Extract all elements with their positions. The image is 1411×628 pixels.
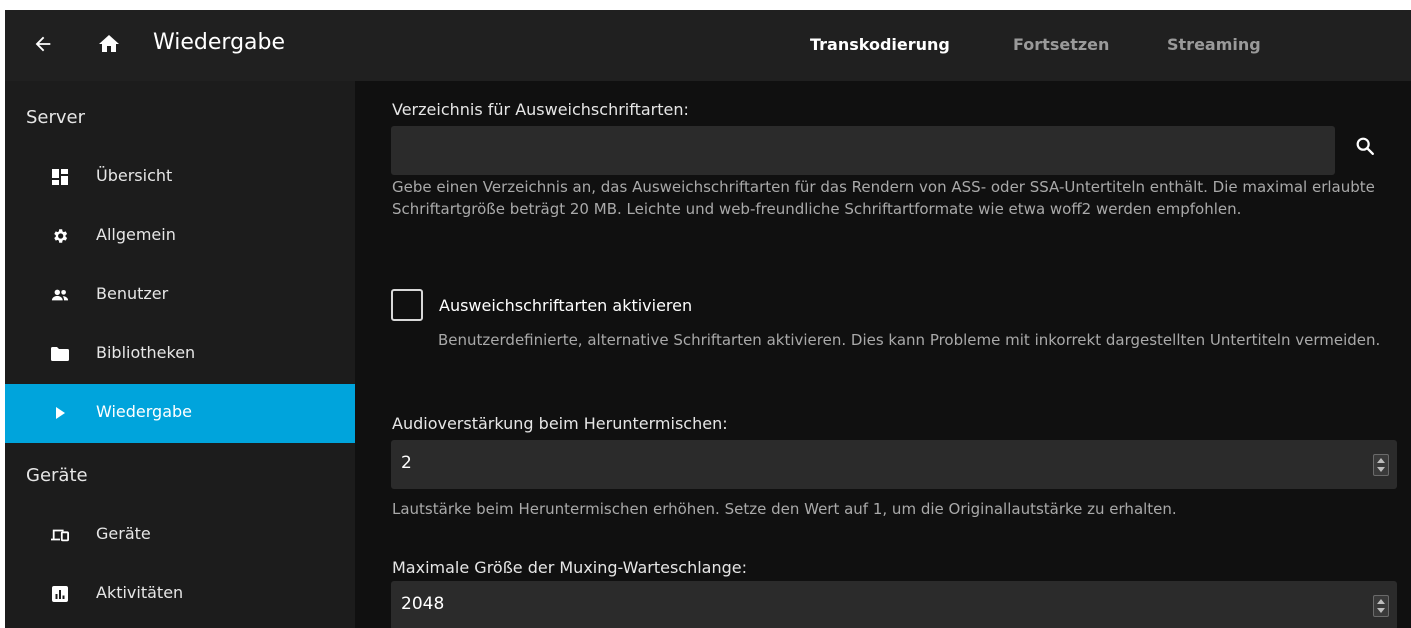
sidebar-section-server: Server — [26, 107, 86, 128]
muxing-queue-spinner[interactable] — [1373, 595, 1389, 617]
back-button[interactable] — [23, 24, 63, 64]
arrow-back-icon — [35, 36, 51, 52]
downmix-boost-spinner[interactable] — [1373, 454, 1389, 476]
fallback-font-folder-input[interactable] — [391, 126, 1335, 175]
tab-transkodierung[interactable]: Transkodierung — [810, 35, 950, 54]
sidebar-item-label: Benutzer — [96, 284, 169, 303]
app-window: Wiedergabe Transkodierung Fortsetzen Str… — [5, 10, 1411, 628]
devices-icon — [51, 526, 69, 544]
enable-fallback-fonts-checkbox[interactable] — [391, 289, 423, 321]
sidebar-item-benutzer[interactable]: Benutzer — [5, 266, 355, 325]
search-icon — [1356, 137, 1374, 155]
tab-fortsetzen[interactable]: Fortsetzen — [1013, 35, 1109, 54]
sidebar-item-bibliotheken[interactable]: Bibliotheken — [5, 325, 355, 384]
muxing-queue-input[interactable]: 2048 — [391, 581, 1397, 628]
analytics-icon — [51, 585, 69, 603]
enable-fallback-fonts-label[interactable]: Ausweichschriftarten aktivieren — [439, 296, 692, 315]
sidebar-item-allgemein[interactable]: Allgemein — [5, 207, 355, 266]
sidebar-item-label: Wiedergabe — [96, 402, 193, 421]
downmix-boost-input[interactable]: 2 — [391, 440, 1397, 489]
sidebar-item-aktivitaeten[interactable]: Aktivitäten — [5, 565, 355, 624]
sidebar-item-label: Geräte — [96, 524, 151, 543]
downmix-boost-value: 2 — [401, 453, 412, 473]
downmix-boost-help: Lautstärke beim Heruntermischen erhöhen.… — [392, 500, 1177, 518]
enable-fallback-fonts-help: Benutzerdefinierte, alternative Schrifta… — [438, 331, 1381, 349]
select-folder-button[interactable] — [1345, 126, 1385, 166]
home-button[interactable] — [89, 24, 129, 64]
page-title: Wiedergabe — [153, 30, 286, 55]
sidebar-item-label: Übersicht — [96, 166, 173, 185]
sidebar-item-label: Bibliotheken — [96, 343, 196, 362]
tab-streaming[interactable]: Streaming — [1167, 35, 1261, 54]
sidebar-item-uebersicht[interactable]: Übersicht — [5, 148, 355, 207]
fallback-font-folder-label: Verzeichnis für Ausweichschriftarten: — [392, 100, 689, 119]
sidebar-item-wiedergabe[interactable]: Wiedergabe — [5, 384, 355, 443]
fallback-font-folder-help: Gebe einen Verzeichnis an, das Ausweichs… — [392, 178, 1375, 218]
dashboard-icon — [51, 168, 69, 186]
muxing-queue-value: 2048 — [401, 594, 445, 614]
downmix-boost-label: Audioverstärkung beim Heruntermischen: — [392, 414, 728, 433]
sidebar-item-label: Allgemein — [96, 225, 176, 244]
home-icon — [99, 35, 119, 52]
sidebar: Server Übersicht Allgemein Benutzer Bibl… — [5, 81, 355, 628]
folder-icon — [51, 345, 69, 363]
play-icon — [51, 404, 69, 422]
muxing-queue-label: Maximale Größe der Muxing-Warteschlange: — [392, 558, 748, 577]
sidebar-item-label: Aktivitäten — [96, 583, 184, 602]
sidebar-section-geraete: Geräte — [26, 465, 88, 486]
gear-icon — [51, 227, 69, 245]
people-icon — [51, 286, 69, 304]
header-bar: Wiedergabe Transkodierung Fortsetzen Str… — [5, 10, 1411, 81]
sidebar-item-geraete[interactable]: Geräte — [5, 506, 355, 565]
